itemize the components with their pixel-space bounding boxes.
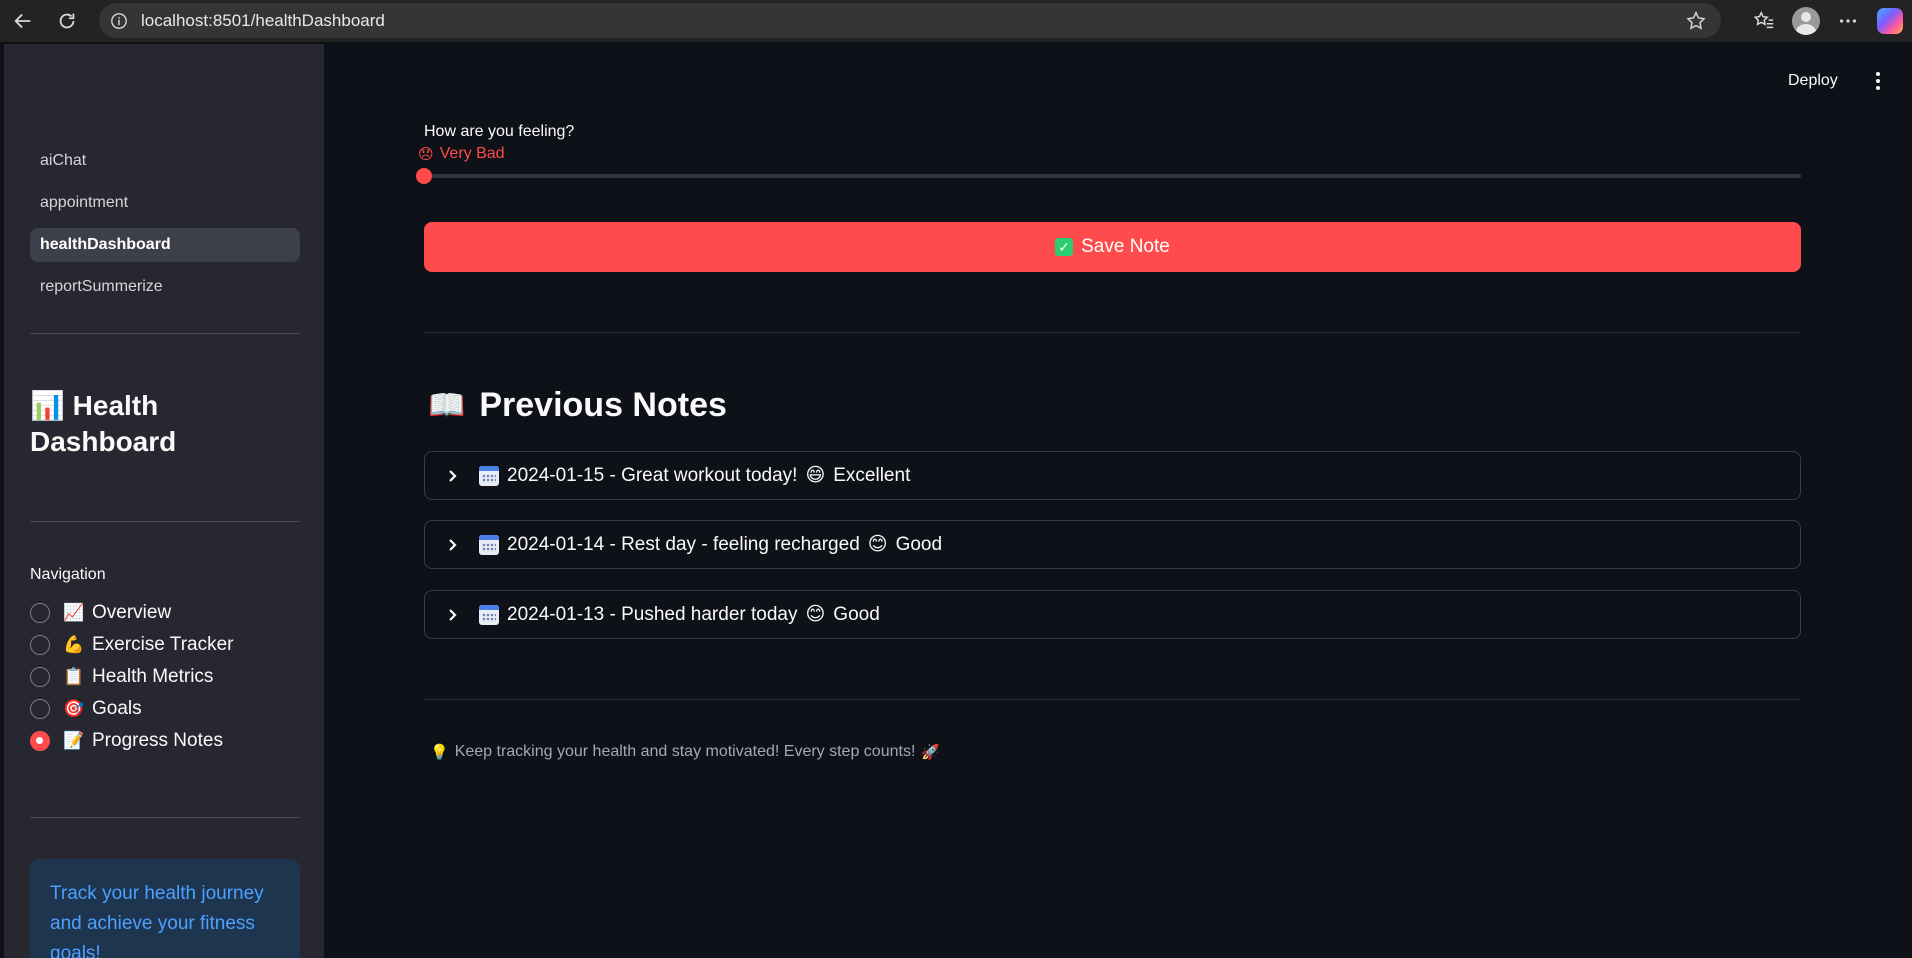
nav-option-health-metrics[interactable]: 📋 Health Metrics [30,661,233,693]
chevron-right-icon [449,469,457,482]
page-navigation: aiChat appointment healthDashboard repor… [30,144,300,312]
previous-notes-heading: 📖 Previous Notes [428,386,727,425]
note-expander[interactable]: 2024-01-14 - Rest day - feeling recharge… [424,520,1801,569]
nav-option-exercise-tracker[interactable]: 💪 Exercise Tracker [30,629,233,661]
flexed-biceps-icon: 💪 [63,635,85,654]
nav-option-progress-notes[interactable]: 📝 Progress Notes [30,725,233,757]
chevron-right-icon [449,608,457,621]
content-divider [424,332,1801,333]
nav-option-label: Goals [92,698,142,719]
mood-slider-label: How are you feeling? [424,123,575,140]
favorites-icon[interactable] [1746,3,1782,39]
note-expander[interactable]: 2024-01-13 - Pushed harder today 😊 Good [424,590,1801,639]
radio-button[interactable] [30,667,50,687]
disappointed-face-icon: 😞 [418,146,434,163]
clipboard-icon: 📋 [63,667,85,686]
nav-option-label: Health Metrics [92,666,214,687]
rocket-icon: 🚀 [921,744,941,761]
note-title: 2024-01-14 - Rest day - feeling recharge… [507,533,860,555]
reload-icon[interactable] [52,6,82,36]
streamlit-app: aiChat appointment healthDashboard repor… [4,44,1912,958]
page-link-reportsummerize[interactable]: reportSummerize [30,270,300,304]
note-mood: Excellent [833,464,911,486]
more-options-icon[interactable] [1830,3,1866,39]
page-link-aichat[interactable]: aiChat [30,144,300,178]
profile-avatar-icon[interactable] [1788,3,1824,39]
smiling-face-icon: 😊 [867,534,888,555]
sidebar-divider [30,333,300,334]
note-title: 2024-01-15 - Great workout today! [507,464,798,486]
url-text: localhost:8501/healthDashboard [141,10,385,30]
bar-chart-icon: 📊 [30,390,65,421]
open-book-icon: 📖 [428,389,466,422]
radio-button-selected[interactable] [30,731,50,751]
deploy-button[interactable]: Deploy [1788,72,1838,90]
page-link-healthdashboard[interactable]: healthDashboard [30,228,300,262]
navigation-label: Navigation [30,566,106,583]
main-menu-icon[interactable] [1870,72,1886,92]
navigation-radio-group: 📈 Overview 💪 Exercise Tracker 📋 Health M… [30,597,233,757]
sidebar-title: 📊 Health Dashboard [30,388,300,460]
mood-slider-value-text: Very Bad [439,145,505,162]
check-mark-icon: ✓ [1055,238,1074,256]
radio-button[interactable] [30,603,50,623]
memo-icon: 📝 [63,731,85,750]
previous-notes-title: Previous Notes [479,386,727,424]
calendar-icon [479,465,499,486]
target-icon: 🎯 [63,699,85,718]
back-icon[interactable] [8,6,38,36]
chevron-right-icon [449,538,457,551]
save-note-button[interactable]: ✓ Save Note [424,222,1801,272]
nav-option-overview[interactable]: 📈 Overview [30,597,233,629]
note-mood: Good [833,603,880,625]
radio-button[interactable] [30,699,50,719]
mood-slider-value: 😞 Very Bad [418,145,505,163]
site-info-icon[interactable] [109,11,129,31]
footer-tip-text: Keep tracking your health and stay motiv… [454,743,916,760]
sidebar-info-box: Track your health journey and achieve yo… [30,859,300,958]
note-mood: Good [895,533,943,555]
sidebar: aiChat appointment healthDashboard repor… [4,44,324,958]
light-bulb-icon: 💡 [430,744,449,761]
sidebar-divider [30,521,300,522]
radio-button[interactable] [30,635,50,655]
chart-increasing-icon: 📈 [63,603,85,622]
nav-option-label: Progress Notes [92,730,223,751]
nav-option-goals[interactable]: 🎯 Goals [30,693,233,725]
smiling-face-icon: 😊 [805,604,826,625]
note-expander[interactable]: 2024-01-15 - Great workout today! 😄 Exce… [424,451,1801,500]
mood-slider-thumb[interactable] [416,168,432,184]
nav-option-label: Overview [92,602,172,623]
content-divider [424,699,1801,700]
save-note-label: Save Note [1081,236,1170,257]
note-title: 2024-01-13 - Pushed harder today [507,603,798,625]
calendar-icon [479,604,499,625]
sidebar-divider [30,817,300,818]
browser-toolbar: localhost:8501/healthDashboard [0,0,1912,42]
page-link-appointment[interactable]: appointment [30,186,300,220]
copilot-icon[interactable] [1872,3,1908,39]
calendar-icon [479,534,499,555]
nav-option-label: Exercise Tracker [92,634,234,655]
address-bar[interactable]: localhost:8501/healthDashboard [99,3,1721,38]
favorite-star-icon[interactable] [1685,10,1707,32]
grinning-face-icon: 😄 [805,465,826,486]
mood-slider-track[interactable] [416,168,1801,184]
footer-tip: 💡 Keep tracking your health and stay mot… [424,743,946,761]
